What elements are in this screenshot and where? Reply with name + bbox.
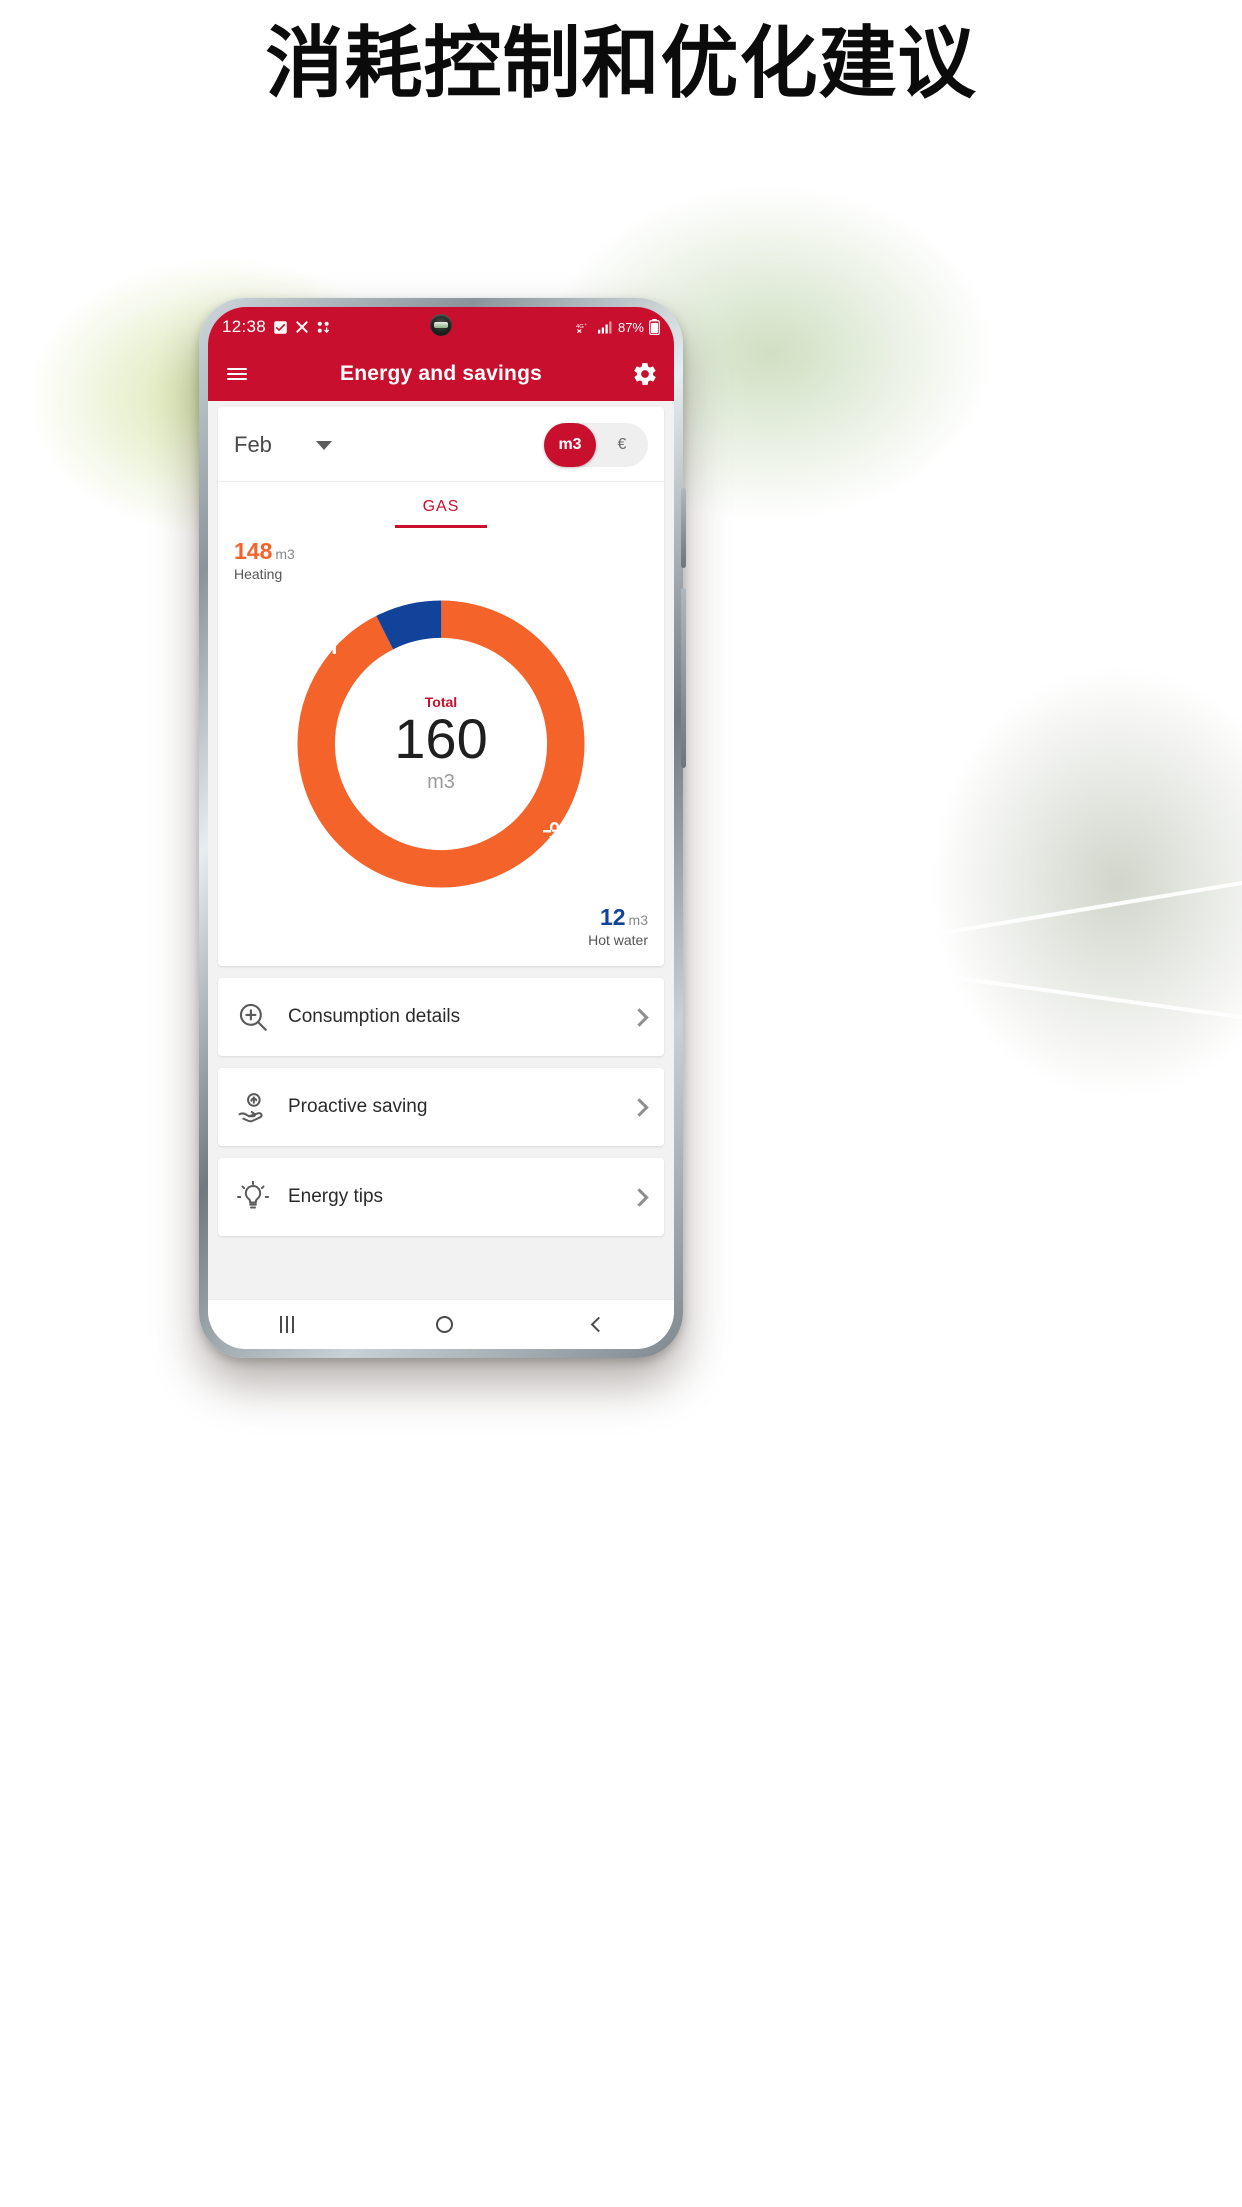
total-unit: m3 xyxy=(427,770,455,793)
close-x-icon xyxy=(296,321,308,333)
tab-bar: GAS xyxy=(218,481,664,528)
hotwater-name: Hot water xyxy=(588,932,648,948)
unit-option-euro[interactable]: € xyxy=(596,423,648,467)
unit-option-m3[interactable]: m3 xyxy=(544,423,596,467)
battery-icon xyxy=(649,319,660,335)
status-bar: 12:38 4G + 87% xyxy=(208,307,674,347)
hand-savings-icon xyxy=(236,1090,270,1124)
list-item-label: Energy tips xyxy=(288,1186,384,1207)
phone-mockup: 12:38 4G + 87% Energy and savings Feb m3… xyxy=(199,298,686,1358)
heating-name: Heating xyxy=(234,566,283,582)
heating-unit: m3 xyxy=(275,546,295,562)
donut-center-label: Total 160 m3 xyxy=(285,588,597,900)
android-nav-bar xyxy=(208,1299,674,1349)
network-4g-icon: 4G + xyxy=(576,322,587,333)
camera-punch-hole xyxy=(430,314,452,336)
app-bar: Energy and savings xyxy=(208,347,674,401)
list-item-consumption-details[interactable]: Consumption details xyxy=(218,978,664,1056)
page-title: 消耗控制和优化建议 xyxy=(265,19,977,109)
tab-gas[interactable]: GAS xyxy=(394,482,488,528)
consumption-chart: 148 m3 Heating Total 160 m3 12 m3 Hot wa… xyxy=(218,528,664,966)
phone-screen: 12:38 4G + 87% Energy and savings Feb m3… xyxy=(208,307,674,1349)
unit-toggle[interactable]: m3 € xyxy=(544,423,648,467)
svg-text:4G: 4G xyxy=(576,324,584,330)
hamburger-menu-icon[interactable] xyxy=(222,359,252,389)
heating-value: 148 xyxy=(234,538,273,564)
hotwater-value: 12 xyxy=(599,904,626,930)
list-item-label: Proactive saving xyxy=(288,1096,428,1117)
month-dropdown[interactable]: Feb xyxy=(234,432,272,458)
apps-grid-icon xyxy=(317,321,330,333)
energy-card: Feb m3 € GAS 148 m3 Heating Total 160 m3… xyxy=(218,407,664,966)
list-item-proactive-saving[interactable]: Proactive saving xyxy=(218,1068,664,1146)
chevron-right-icon xyxy=(630,1007,649,1027)
heating-label: 148 m3 Heating xyxy=(234,538,648,582)
list-item-label: Consumption details xyxy=(288,1006,461,1027)
chevron-right-icon xyxy=(630,1187,649,1207)
svg-text:+: + xyxy=(584,322,587,327)
magnifier-plus-icon xyxy=(236,1000,270,1034)
status-time: 12:38 xyxy=(222,317,267,336)
battery-percent: 87% xyxy=(617,319,644,335)
signal-bars-icon xyxy=(597,321,612,333)
back-icon[interactable] xyxy=(590,1316,607,1333)
lightbulb-icon xyxy=(236,1180,270,1214)
total-value: 160 xyxy=(394,707,488,771)
recents-icon[interactable] xyxy=(278,1316,296,1333)
home-icon[interactable] xyxy=(436,1316,453,1333)
gear-icon[interactable] xyxy=(630,359,660,389)
list-item-energy-tips[interactable]: Energy tips xyxy=(218,1158,664,1236)
chevron-down-icon[interactable] xyxy=(315,440,332,450)
hotwater-label: 12 m3 Hot water xyxy=(234,904,648,948)
chevron-right-icon xyxy=(630,1097,649,1117)
app-title: Energy and savings xyxy=(339,362,542,385)
hotwater-unit: m3 xyxy=(628,912,648,928)
donut-chart: Total 160 m3 xyxy=(285,588,597,900)
checkbox-checked-icon xyxy=(274,320,287,334)
period-selector-row: Feb m3 € xyxy=(218,407,664,481)
screen-content: Feb m3 € GAS 148 m3 Heating Total 160 m3… xyxy=(208,401,674,1299)
